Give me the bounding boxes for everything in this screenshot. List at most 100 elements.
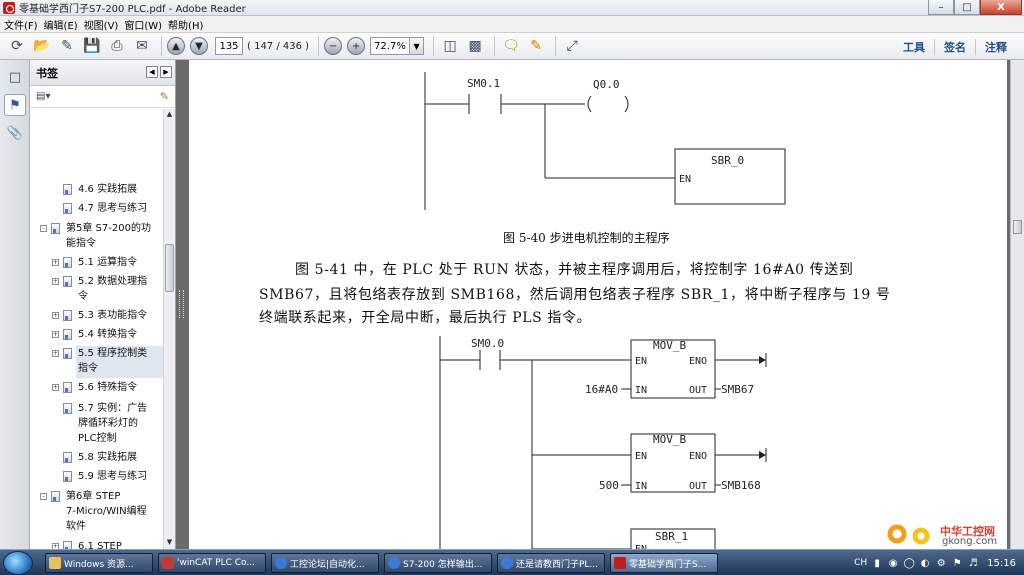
bookmark-item[interactable]: 4.7 思考与练习	[78, 201, 147, 216]
bookmark-item[interactable]: 5.8 实践拓展	[78, 450, 137, 465]
page-thumbnails-icon[interactable]: □	[4, 66, 26, 88]
language-indicator[interactable]: CH	[854, 558, 867, 568]
panel-close-icon[interactable]: ▶	[160, 66, 172, 78]
start-button[interactable]	[3, 551, 33, 575]
bookmark-item[interactable]: 5.6 特殊指令	[78, 380, 137, 395]
volume-icon[interactable]: ♬	[967, 557, 979, 569]
bookmark-options-icon[interactable]: ▤▾	[36, 91, 50, 102]
gear-icon	[910, 525, 932, 547]
zoom-out-icon[interactable]: −	[324, 37, 343, 55]
collapse-panel-icon[interactable]: ◀	[146, 66, 158, 78]
expand-toggle-icon[interactable]: +	[52, 278, 59, 285]
bookmark-item[interactable]: 牌循环彩灯的	[78, 416, 138, 431]
document-scrollbar[interactable]	[1010, 60, 1024, 549]
fit-page-icon[interactable]: ◫	[439, 35, 461, 57]
zoom-in-icon[interactable]: +	[347, 37, 366, 55]
bookmark-item[interactable]: 5.7 实例：广告	[78, 401, 147, 416]
flag-icon[interactable]: ⚑	[951, 557, 963, 569]
document-scroll-thumb[interactable]	[1013, 220, 1022, 234]
bookmark-item[interactable]: 5.9 思考与练习	[78, 469, 147, 484]
menu-edit[interactable]: 编辑(E)	[44, 17, 84, 32]
bookmark-item[interactable]: 第6章 STEP	[66, 489, 120, 504]
bookmark-item[interactable]: 6.1 STEP	[78, 539, 122, 549]
collapse-toggle-icon[interactable]: -	[40, 225, 47, 232]
collapse-toggle-icon[interactable]: -	[40, 493, 47, 500]
panel-splitter[interactable]	[176, 60, 186, 549]
bookmark-scroll-thumb[interactable]	[165, 244, 174, 292]
bookmark-item[interactable]: 5.4 转换指令	[78, 327, 137, 342]
coil-right	[624, 95, 629, 113]
full-screen-icon[interactable]: ⤢	[561, 35, 583, 57]
bookmark-item[interactable]: 5.1 运算指令	[78, 255, 137, 270]
menu-help[interactable]: 帮助(H)	[168, 17, 209, 32]
bookmark-item-selected[interactable]: 5.5 程序控制类	[78, 346, 147, 361]
email-icon[interactable]: ✉	[131, 35, 153, 57]
expand-toggle-icon[interactable]: +	[52, 312, 59, 319]
bookmark-item[interactable]: PLC控制	[78, 431, 117, 446]
highlight-icon[interactable]: ✎	[525, 35, 547, 57]
toolbar-separator	[318, 36, 320, 56]
open-icon[interactable]: 📂	[31, 35, 53, 57]
bookmark-tree: 4.6 实践拓展 4.7 思考与练习 - 第5章 S7-200的功 能指令 + …	[30, 109, 164, 549]
scroll-down-icon[interactable]: ▼	[165, 538, 174, 548]
expand-toggle-icon[interactable]: +	[52, 384, 59, 391]
menu-file[interactable]: 文件(F)	[4, 17, 44, 32]
maximize-button[interactable]: □	[954, 0, 980, 15]
bookmark-scrollbar[interactable]: ▲ ▼	[163, 109, 175, 549]
scroll-up-icon[interactable]: ▲	[165, 110, 174, 120]
save-icon[interactable]: 💾	[81, 35, 103, 57]
document-viewport: SM0.1 Q0.0 SBR_0 EN SM0.0 MOV_B EN ENO I…	[186, 60, 1010, 549]
bookmark-page-icon	[63, 382, 72, 393]
bookmark-item[interactable]: 软件	[66, 519, 86, 534]
settings-icon[interactable]: ⚙	[935, 557, 947, 569]
fit-width-icon[interactable]: ▩	[464, 35, 486, 57]
taskbar-item[interactable]: 还是请教西门子PL...	[497, 553, 605, 573]
bookmark-item[interactable]: 第5章 S7-200的功	[66, 221, 151, 236]
network-icon[interactable]: ◐	[919, 557, 931, 569]
adobe-reader-icon	[3, 1, 15, 14]
bookmark-item[interactable]: 7-Micro/WIN编程	[66, 504, 147, 519]
signal-icon[interactable]: ▮	[871, 557, 883, 569]
expand-toggle-icon[interactable]: +	[52, 350, 59, 357]
bookmark-item-selected[interactable]: 指令	[78, 361, 98, 376]
taskbar-item-label: 工控论坛|自动化...	[290, 559, 365, 570]
bookmark-item[interactable]: 5.2 数据处理指	[78, 274, 147, 289]
zoom-input[interactable]: 72.7%	[370, 37, 411, 55]
clock[interactable]: 15:16	[987, 558, 1016, 569]
coil-left	[587, 95, 592, 113]
menu-window[interactable]: 窗口(W)	[124, 17, 168, 32]
taskbar-item[interactable]: Windows 资源...	[45, 553, 153, 573]
sign-button[interactable]: 签名	[935, 39, 975, 55]
print-icon[interactable]: ⎙	[106, 35, 128, 57]
edit-icon[interactable]: ✎	[56, 35, 78, 57]
comment-bubble-icon[interactable]: 🗨	[500, 35, 522, 57]
bookmark-item[interactable]: 4.6 实践拓展	[78, 182, 137, 197]
comment-button[interactable]: 注释	[976, 39, 1016, 55]
toolbar: ⟳ 📂 ✎ 💾 ⎙ ✉ ▲ ▼ 135 ( 147 / 436 ) − + 72…	[0, 32, 1024, 60]
taskbar-item[interactable]: S7-200 怎样输出...	[384, 553, 492, 573]
attachments-icon[interactable]: 📎	[4, 122, 26, 144]
menu-view[interactable]: 视图(V)	[84, 17, 125, 32]
previous-page-icon[interactable]: ▲	[167, 37, 185, 55]
taskbar-item[interactable]: 工控论坛|自动化...	[271, 553, 379, 573]
bookmarks-icon[interactable]: ⚑	[4, 94, 26, 116]
bookmark-item[interactable]: 令	[78, 289, 88, 304]
tools-button[interactable]: 工具	[894, 39, 934, 55]
expand-toggle-icon[interactable]: +	[52, 331, 59, 338]
taskbar-item-active[interactable]: 零基础学西门子S...	[610, 553, 718, 573]
bookmark-find-icon[interactable]: ✎	[160, 90, 169, 103]
taskbar-item[interactable]: 'winCAT PLC Co...	[158, 553, 266, 573]
page-number-input[interactable]: 135	[215, 37, 243, 55]
next-page-icon[interactable]: ▼	[190, 37, 208, 55]
minimize-button[interactable]: –	[928, 0, 954, 15]
bookmark-item[interactable]: 5.3 表功能指令	[78, 308, 147, 323]
zoom-dropdown-icon[interactable]: ▼	[410, 37, 425, 55]
close-button[interactable]: X	[980, 0, 1022, 15]
create-pdf-icon[interactable]: ⟳	[6, 35, 28, 57]
qq-icon[interactable]: ◉	[887, 557, 899, 569]
expand-toggle-icon[interactable]: +	[52, 259, 59, 266]
box-eno-label: ENO	[689, 356, 707, 367]
bookmark-item[interactable]: 能指令	[66, 236, 96, 251]
shield-icon[interactable]: ◯	[903, 557, 915, 569]
eno-arrow	[759, 451, 766, 459]
